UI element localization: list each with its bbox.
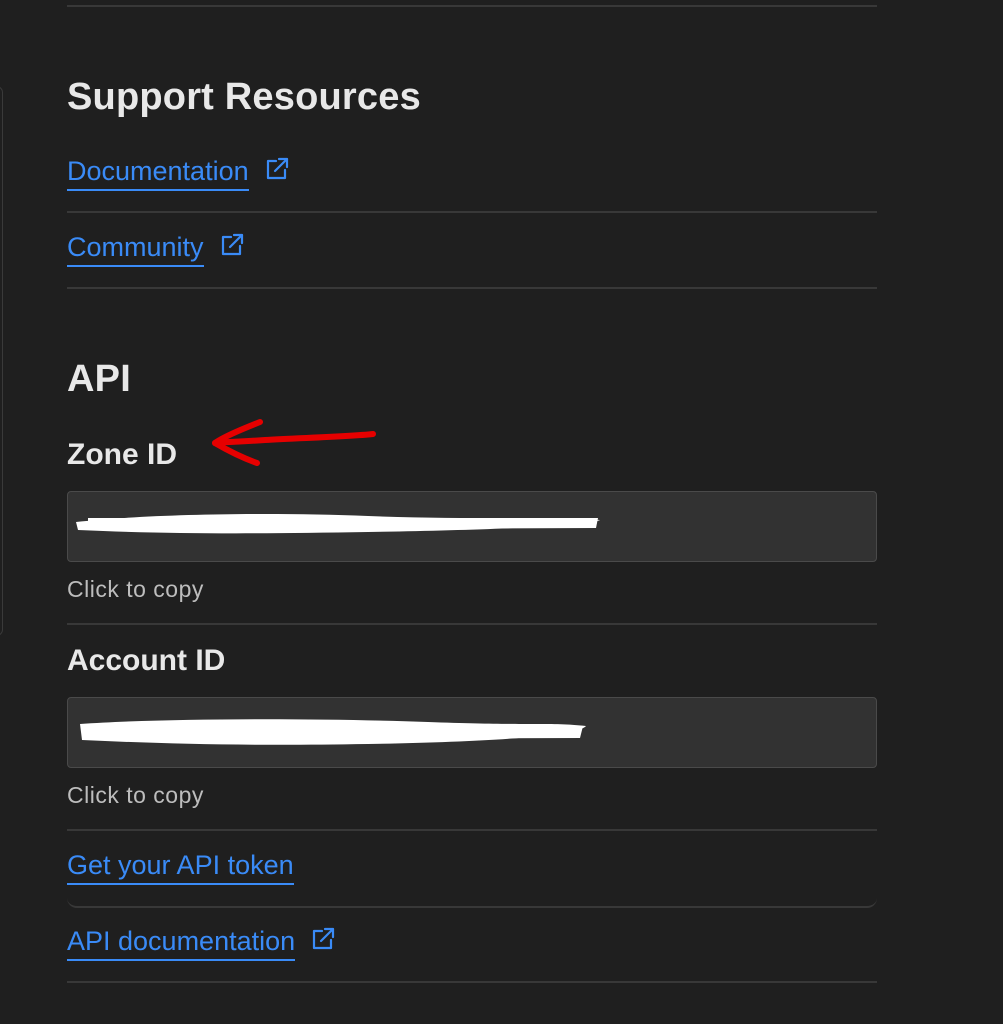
account-id-field[interactable] <box>67 697 877 768</box>
divider <box>67 981 877 983</box>
zone-id-label: Zone ID <box>67 438 177 471</box>
documentation-link[interactable]: Documentation <box>67 156 291 192</box>
divider <box>67 211 877 213</box>
external-link-icon <box>313 927 335 949</box>
divider <box>67 829 877 831</box>
left-panel-edge <box>0 86 3 636</box>
api-heading: API <box>67 358 131 400</box>
community-link-label: Community <box>67 232 204 268</box>
page: Support Resources Documentation Communit… <box>0 0 1003 1024</box>
documentation-link-label: Documentation <box>67 156 249 192</box>
zone-id-copy-hint: Click to copy <box>67 576 204 602</box>
divider <box>67 894 877 908</box>
zone-id-field[interactable] <box>67 491 877 562</box>
annotation-arrow-icon <box>212 419 376 466</box>
api-documentation-link[interactable]: API documentation <box>67 926 337 962</box>
account-id-label: Account ID <box>67 644 226 677</box>
redaction-scribble <box>80 719 586 745</box>
get-api-token-link[interactable]: Get your API token <box>67 850 294 886</box>
divider <box>67 287 877 289</box>
divider <box>67 623 877 625</box>
community-link[interactable]: Community <box>67 232 246 268</box>
api-documentation-link-label: API documentation <box>67 926 296 962</box>
external-link-icon <box>266 157 288 179</box>
support-resources-heading: Support Resources <box>67 76 421 118</box>
external-link-icon <box>221 233 243 255</box>
get-api-token-link-label: Get your API token <box>67 850 294 886</box>
redaction-scribble <box>76 514 600 534</box>
account-id-copy-hint: Click to copy <box>67 782 204 808</box>
divider <box>67 5 877 7</box>
